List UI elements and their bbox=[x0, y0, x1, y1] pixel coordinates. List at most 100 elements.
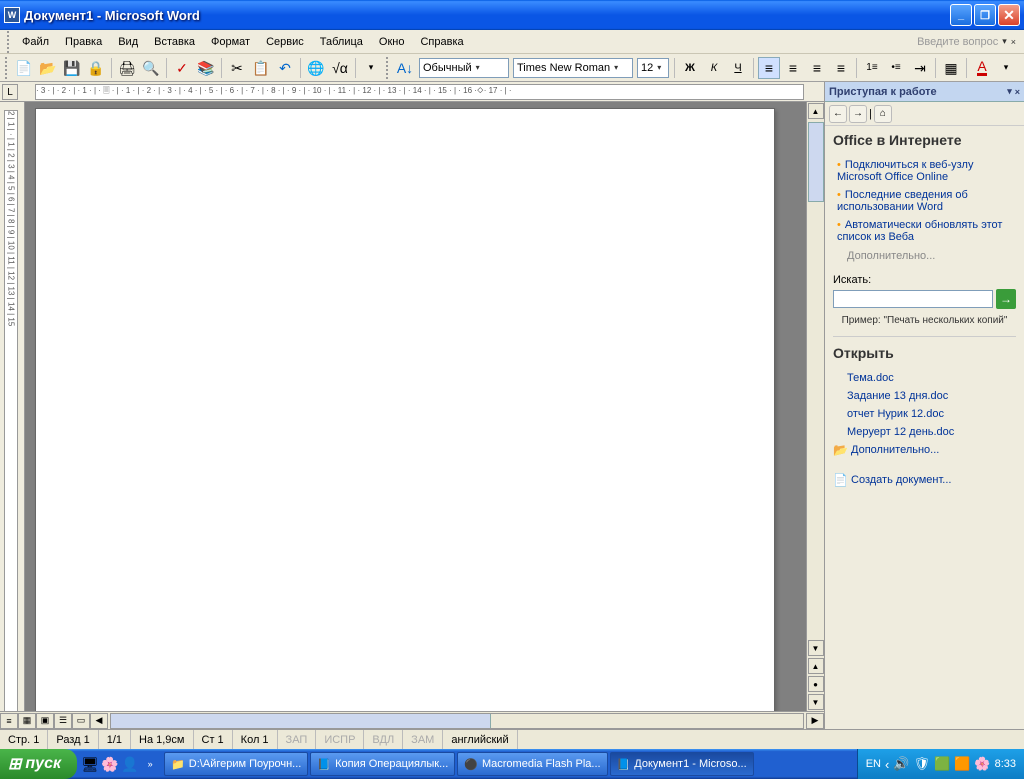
maximize-button[interactable]: ❐ bbox=[974, 4, 996, 26]
status-pages[interactable]: 1/1 bbox=[99, 730, 131, 749]
cut-button[interactable]: ✂ bbox=[226, 57, 248, 79]
tray-icon[interactable]: 🌸 bbox=[974, 756, 990, 772]
news-link[interactable]: •Последние сведения об использовании Wor… bbox=[833, 186, 1016, 216]
agent-icon[interactable]: 👤 bbox=[121, 755, 139, 773]
research-button[interactable]: 📚 bbox=[195, 57, 217, 79]
qip-icon[interactable]: 🌸 bbox=[101, 755, 119, 773]
save-button[interactable]: 💾 bbox=[61, 57, 83, 79]
status-trk[interactable]: ИСПР bbox=[316, 730, 364, 749]
status-page[interactable]: Стр. 1 bbox=[0, 730, 48, 749]
connect-link[interactable]: •Подключиться к веб-узлу Microsoft Offic… bbox=[833, 156, 1016, 186]
permission-button[interactable]: 🔒 bbox=[85, 57, 107, 79]
undo-button[interactable]: ↶ bbox=[274, 57, 296, 79]
clock[interactable]: 8:33 bbox=[995, 758, 1016, 770]
prev-page-button[interactable]: ▲ bbox=[808, 658, 824, 674]
next-page-button[interactable]: ▼ bbox=[808, 694, 824, 710]
recent-file[interactable]: Меруерт 12 день.doc bbox=[833, 423, 1016, 441]
menu-insert[interactable]: Вставка bbox=[146, 33, 203, 51]
more-link-1[interactable]: Дополнительно... bbox=[833, 246, 1016, 266]
language-indicator[interactable]: EN bbox=[866, 758, 881, 770]
taskbar-item-word1[interactable]: 📘Копия Операциялык... bbox=[310, 752, 455, 776]
vertical-ruler[interactable]: 2 | 1 | · | 1 | 2 | 3 | 4 | 5 | 6 | 7 | … bbox=[0, 102, 25, 711]
back-button[interactable]: ← bbox=[829, 105, 847, 123]
grip-icon[interactable] bbox=[5, 57, 9, 79]
tray-icon[interactable]: 🔊 bbox=[893, 756, 909, 772]
align-justify-button[interactable]: ≡ bbox=[830, 57, 852, 79]
tray-icon[interactable]: 🛡 bbox=[914, 756, 931, 772]
numbering-button[interactable]: 1≡ bbox=[861, 57, 883, 79]
indent-button[interactable]: ⇥ bbox=[909, 57, 931, 79]
menu-window[interactable]: Окно bbox=[371, 33, 413, 51]
align-left-button[interactable]: ≡ bbox=[758, 57, 780, 79]
status-rec[interactable]: ЗАП bbox=[278, 730, 317, 749]
hscroll-right[interactable]: ▶ bbox=[806, 713, 824, 729]
ruler-scale-v[interactable]: 2 | 1 | · | 1 | 2 | 3 | 4 | 5 | 6 | 7 | … bbox=[4, 110, 18, 711]
paste-button[interactable]: 📋 bbox=[250, 57, 272, 79]
status-line[interactable]: Ст 1 bbox=[194, 730, 233, 749]
toolbar-options-button[interactable]: ▾ bbox=[360, 57, 382, 79]
print-view-button[interactable]: ▣ bbox=[36, 713, 54, 729]
spelling-button[interactable]: ✓ bbox=[171, 57, 193, 79]
hyperlink-button[interactable]: 🌐 bbox=[305, 57, 327, 79]
italic-button[interactable]: К bbox=[703, 57, 725, 79]
forward-button[interactable]: → bbox=[849, 105, 867, 123]
tab-selector[interactable]: L bbox=[2, 84, 18, 100]
status-section[interactable]: Разд 1 bbox=[48, 730, 98, 749]
vertical-scrollbar[interactable]: ▲ ▼ ▲ ● ▼ bbox=[806, 102, 824, 711]
show-desktop-icon[interactable]: 🖥 bbox=[81, 755, 99, 773]
status-ext[interactable]: ВДЛ bbox=[364, 730, 403, 749]
align-right-button[interactable]: ≡ bbox=[806, 57, 828, 79]
tray-chevron-icon[interactable]: ‹ bbox=[885, 757, 889, 772]
autoupdate-link[interactable]: •Автоматически обновлять этот список из … bbox=[833, 216, 1016, 246]
tray-icon[interactable]: 🟧 bbox=[954, 756, 970, 772]
horizontal-scrollbar[interactable] bbox=[110, 713, 804, 729]
outline-view-button[interactable]: ☰ bbox=[54, 713, 72, 729]
search-go-button[interactable]: → bbox=[996, 289, 1016, 309]
taskbar-item-flash[interactable]: ⚫Macromedia Flash Pla... bbox=[457, 752, 607, 776]
start-button[interactable]: ⊞ пуск bbox=[0, 749, 77, 779]
ql-chevron-icon[interactable]: » bbox=[141, 755, 159, 773]
equation-button[interactable]: √α bbox=[329, 57, 351, 79]
status-at[interactable]: На 1,9см bbox=[131, 730, 193, 749]
grip-icon[interactable] bbox=[386, 57, 390, 79]
home-button[interactable]: ⌂ bbox=[874, 105, 892, 123]
style-dropdown[interactable]: Обычный▾ bbox=[419, 58, 509, 78]
minimize-button[interactable]: _ bbox=[950, 4, 972, 26]
browse-object-button[interactable]: ● bbox=[808, 676, 824, 692]
more-docs-link[interactable]: 📂Дополнительно... bbox=[833, 441, 1016, 459]
taskpane-menu-button[interactable]: ▾ bbox=[1007, 86, 1012, 97]
print-preview-button[interactable]: 🔍 bbox=[140, 57, 162, 79]
styles-button[interactable]: A↓ bbox=[394, 57, 416, 79]
taskbar-item-explorer[interactable]: 📁D:\Айгерим Поурочн... bbox=[164, 752, 308, 776]
border-button[interactable]: ▦ bbox=[940, 57, 962, 79]
ruler-scale[interactable]: · 3 · | · 2 · | · 1 · | · 🗏 · | · 1 · | … bbox=[35, 84, 804, 100]
scroll-up-button[interactable]: ▲ bbox=[808, 103, 824, 119]
horizontal-ruler[interactable]: L · 3 · | · 2 · | · 1 · | · 🗏 · | · 1 · … bbox=[0, 82, 824, 102]
close-button[interactable]: ✕ bbox=[998, 4, 1020, 26]
hscroll-thumb[interactable] bbox=[111, 714, 491, 728]
menu-edit[interactable]: Правка bbox=[57, 33, 110, 51]
menu-table[interactable]: Таблица bbox=[312, 33, 371, 51]
bold-button[interactable]: Ж bbox=[679, 57, 701, 79]
recent-file[interactable]: Тема.doc bbox=[833, 369, 1016, 387]
toolbar-options-button[interactable]: ▾ bbox=[995, 57, 1017, 79]
document-page[interactable] bbox=[35, 108, 775, 711]
menu-tools[interactable]: Сервис bbox=[258, 33, 312, 51]
reading-view-button[interactable]: ▭ bbox=[72, 713, 90, 729]
search-input[interactable] bbox=[833, 290, 993, 308]
help-search[interactable]: Введите вопрос▾× bbox=[917, 36, 1020, 48]
menu-help[interactable]: Справка bbox=[412, 33, 471, 51]
recent-file[interactable]: Задание 13 дня.doc bbox=[833, 387, 1016, 405]
scroll-thumb[interactable] bbox=[808, 122, 824, 202]
underline-button[interactable]: Ч bbox=[727, 57, 749, 79]
taskpane-close-button[interactable]: × bbox=[1015, 87, 1020, 97]
status-language[interactable]: английский bbox=[443, 730, 517, 749]
font-color-button[interactable]: A bbox=[971, 57, 993, 79]
print-button[interactable]: 🖨 bbox=[116, 57, 138, 79]
hscroll-left[interactable]: ◀ bbox=[90, 713, 108, 729]
align-center-button[interactable]: ≡ bbox=[782, 57, 804, 79]
open-button[interactable]: 📂 bbox=[37, 57, 59, 79]
web-view-button[interactable]: ▦ bbox=[18, 713, 36, 729]
status-col[interactable]: Кол 1 bbox=[233, 730, 278, 749]
new-doc-button[interactable]: 📄 bbox=[13, 57, 35, 79]
